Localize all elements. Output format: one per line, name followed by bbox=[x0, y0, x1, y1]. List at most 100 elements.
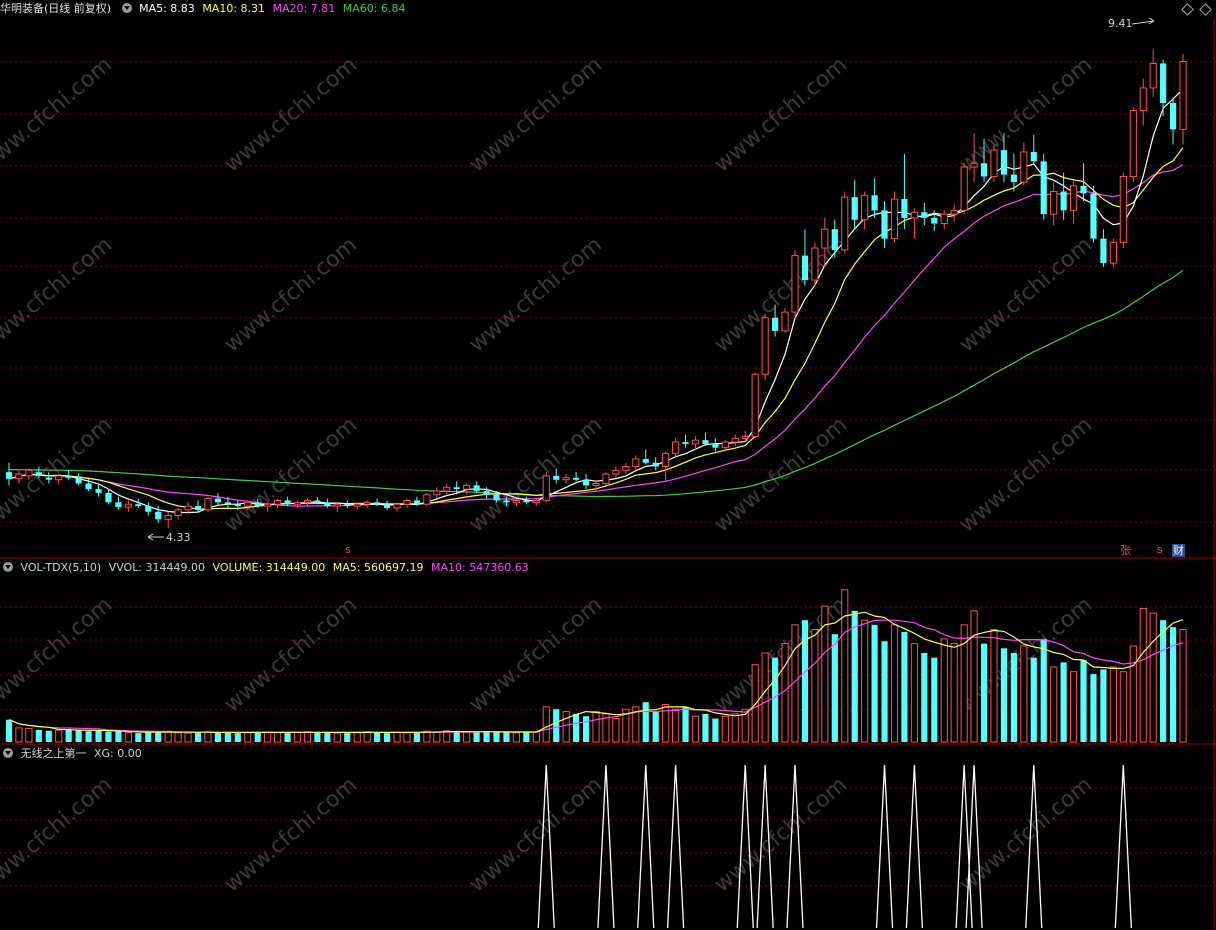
volume-bar bbox=[682, 706, 689, 742]
candle bbox=[1179, 54, 1187, 145]
volume-bar bbox=[612, 718, 620, 743]
candle-body bbox=[712, 443, 719, 448]
watermark-text: www.cfchi.com bbox=[465, 772, 607, 897]
volume-header: VOL-TDX(5,10) VVOL: 314449.00 VOLUME: 31… bbox=[0, 559, 533, 577]
candle-body bbox=[791, 255, 799, 313]
candle bbox=[324, 498, 331, 508]
candle bbox=[960, 163, 968, 215]
volume-bar bbox=[433, 731, 441, 743]
volume-bar bbox=[234, 733, 241, 742]
volume-bar bbox=[1080, 660, 1087, 742]
candle-body bbox=[503, 500, 510, 503]
candle-body bbox=[1060, 191, 1067, 211]
volume-bar bbox=[1090, 674, 1097, 742]
candle-body bbox=[284, 500, 291, 505]
xg-signal-spike bbox=[1114, 764, 1132, 929]
candle bbox=[293, 500, 302, 508]
candle-body bbox=[115, 502, 122, 508]
candle-body bbox=[413, 500, 420, 505]
candle-body bbox=[532, 499, 540, 503]
candle-body bbox=[145, 506, 152, 512]
volume-bar bbox=[254, 731, 261, 742]
candle-body bbox=[871, 195, 878, 211]
candle-body bbox=[1040, 161, 1047, 215]
price-header: 华明装备(日线 前复权) MA5: 8.83 MA10: 8.31 MA20: … bbox=[0, 0, 409, 18]
candle bbox=[1109, 238, 1117, 267]
candle-body bbox=[274, 499, 282, 505]
indicator-toggle-icon[interactable] bbox=[3, 748, 13, 758]
candle-body bbox=[562, 477, 570, 481]
candle bbox=[811, 242, 819, 286]
watermark-text: www.cfchi.com bbox=[955, 232, 1097, 357]
candle-body bbox=[393, 503, 401, 509]
volume-bar bbox=[1050, 666, 1058, 743]
volume-bar bbox=[990, 629, 998, 743]
candle bbox=[871, 178, 878, 218]
volume-bar bbox=[244, 732, 252, 743]
candle-body bbox=[1119, 175, 1127, 243]
watermark-text: www.cfchi.com bbox=[0, 592, 117, 717]
event-tag-zhang[interactable]: 张 bbox=[1119, 544, 1132, 557]
volume-bar bbox=[980, 643, 988, 742]
candle bbox=[702, 432, 709, 446]
candle bbox=[274, 498, 282, 508]
candle-body bbox=[374, 502, 381, 505]
volume-bar bbox=[1020, 645, 1028, 743]
volume-bar bbox=[333, 732, 341, 743]
candle bbox=[602, 472, 610, 486]
candle-body bbox=[234, 504, 241, 507]
xg-signal-spike bbox=[875, 764, 894, 929]
volume-bar bbox=[145, 732, 152, 742]
indicator-toggle-icon[interactable] bbox=[121, 3, 132, 13]
candle bbox=[642, 449, 649, 465]
volume-bar bbox=[303, 731, 312, 743]
candle-body bbox=[602, 473, 610, 484]
candle-body bbox=[35, 472, 42, 476]
watermark-text: www.cfchi.com bbox=[0, 52, 117, 177]
volume-bar bbox=[1119, 671, 1127, 743]
candle-body bbox=[682, 442, 689, 444]
candle-body bbox=[691, 439, 700, 445]
volume-bar bbox=[85, 731, 92, 742]
indicator-toggle-icon[interactable] bbox=[3, 562, 13, 572]
volume-bar bbox=[532, 731, 540, 743]
candle-body bbox=[1050, 191, 1058, 215]
candle bbox=[423, 492, 431, 507]
candle bbox=[751, 372, 759, 439]
volume-bar bbox=[781, 643, 789, 743]
candle bbox=[1119, 172, 1127, 249]
signal-header: 无线之上第一 XG: 0.00 bbox=[0, 745, 146, 763]
volume-bar bbox=[761, 652, 769, 743]
watermark-text: www.cfchi.com bbox=[220, 772, 362, 897]
candle bbox=[1030, 135, 1037, 164]
candle-body bbox=[45, 477, 52, 480]
volume-bar bbox=[503, 732, 510, 742]
volume-bar bbox=[553, 709, 560, 742]
candle-body bbox=[383, 504, 391, 508]
candle bbox=[145, 502, 152, 516]
candle bbox=[105, 489, 112, 505]
volume-bar bbox=[184, 732, 192, 743]
event-tag-s[interactable]: s bbox=[1156, 543, 1164, 556]
candle bbox=[1050, 182, 1058, 226]
candle-body bbox=[135, 504, 142, 507]
event-tag-cai[interactable]: 财 bbox=[1172, 544, 1185, 557]
volume-bar bbox=[573, 713, 580, 742]
candle bbox=[672, 438, 680, 458]
volume-bar bbox=[174, 732, 182, 743]
candle-body bbox=[960, 166, 968, 211]
candle-body bbox=[423, 494, 431, 505]
volume-bar bbox=[55, 729, 63, 743]
candle-body bbox=[314, 500, 321, 503]
volume-bar bbox=[910, 643, 918, 743]
volume-bar bbox=[592, 711, 600, 743]
candle-body bbox=[901, 199, 908, 218]
candle bbox=[731, 434, 739, 446]
volume-bar bbox=[463, 731, 471, 743]
candle-body bbox=[194, 506, 202, 510]
volume-bar bbox=[772, 657, 779, 742]
high-price-label: 9.41 bbox=[1108, 17, 1133, 30]
ma10-line bbox=[8, 147, 1184, 510]
candle-body bbox=[970, 162, 978, 168]
event-tag-s[interactable]: s bbox=[344, 543, 352, 556]
